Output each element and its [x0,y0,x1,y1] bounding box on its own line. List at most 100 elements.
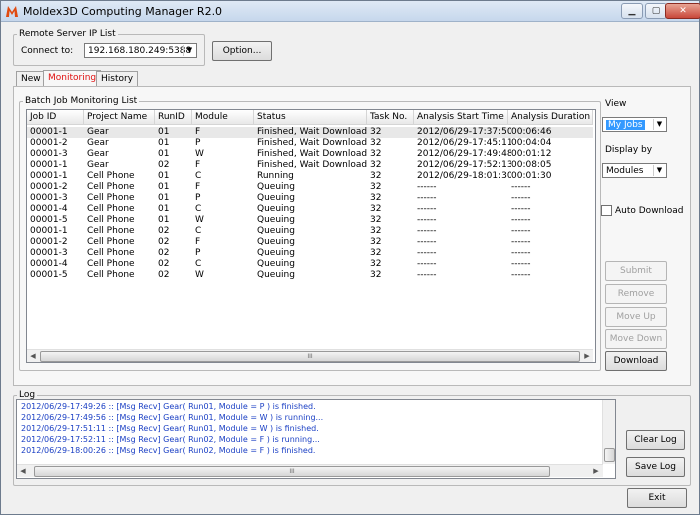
cell-job-id: 00001-3 [30,149,68,159]
display-by-select[interactable]: Modules ▼ [602,163,667,178]
batch-job-list[interactable]: Job ID Project Name RunID Module Status … [26,109,596,363]
cell-status: Finished, Wait Download [257,138,368,148]
table-row[interactable]: 00001-1 Gear 01 F Finished, Wait Download 32 2… [27,127,593,138]
cell-start-time: 2012/06/29-17:45:11 [417,138,511,148]
remove-button[interactable]: Remove [605,284,667,304]
log-line: 2012/06/29-18:00:26 :: [Msg Recv] Gear( … [21,446,316,455]
cell-start-time: ------ [417,226,437,236]
col-job-id[interactable]: Job ID [27,110,84,124]
cell-task-no: 32 [370,182,382,192]
cell-module: F [195,182,201,192]
cell-run-id: 01 [158,149,170,159]
cell-run-id: 02 [158,226,170,236]
auto-download-checkbox[interactable] [601,205,612,216]
cell-run-id: 01 [158,127,170,137]
submit-button[interactable]: Submit [605,261,667,281]
log-output[interactable]: 2012/06/29-17:49:26 :: [Msg Recv] Gear( … [16,399,616,479]
cell-status: Queuing [257,270,295,280]
cell-duration: ------ [511,182,531,192]
table-row[interactable]: 00001-1 Cell Phone 01 C Running 32 2012/06/29-… [27,171,593,182]
col-module[interactable]: Module [192,110,254,124]
scroll-right-icon[interactable]: ▶ [582,351,592,361]
view-label: View [605,99,627,109]
download-button[interactable]: Download [605,351,667,371]
minimize-button[interactable]: ▁ [621,3,643,19]
cell-job-id: 00001-2 [30,182,68,192]
cell-project-name: Cell Phone [87,226,135,236]
chevron-down-icon[interactable]: ▼ [653,165,665,176]
table-row[interactable]: 00001-1 Cell Phone 02 C Queuing 32 ------ -----… [27,226,593,237]
cell-status: Queuing [257,204,295,214]
col-status[interactable]: Status [254,110,367,124]
table-row[interactable]: 00001-2 Gear 01 P Finished, Wait Download 32 2… [27,138,593,149]
cell-task-no: 32 [370,237,382,247]
cell-run-id: 02 [158,248,170,258]
cell-job-id: 00001-5 [30,215,68,225]
cell-duration: ------ [511,226,531,236]
cell-task-no: 32 [370,248,382,258]
list-hscroll-thumb[interactable]: III [40,351,580,362]
cell-duration: 00:01:30 [511,171,552,181]
log-vscroll-thumb[interactable] [604,448,615,462]
tab-new[interactable]: New [16,71,46,86]
cell-run-id: 02 [158,160,170,170]
cell-job-id: 00001-1 [30,171,68,181]
table-row[interactable]: 00001-2 Cell Phone 02 F Queuing 32 ------ -----… [27,237,593,248]
cell-task-no: 32 [370,149,382,159]
cell-module: P [195,248,201,258]
tab-history[interactable]: History [96,71,139,86]
close-button[interactable]: ✕ [665,3,700,19]
table-row[interactable]: 00001-1 Gear 02 F Finished, Wait Download 32 2… [27,160,593,171]
col-project-name[interactable]: Project Name [84,110,155,124]
list-header: Job ID Project Name RunID Module Status … [27,110,593,125]
scroll-left-icon[interactable]: ◀ [28,351,38,361]
exit-button[interactable]: Exit [627,488,687,508]
chevron-down-icon[interactable]: ▼ [653,119,665,130]
cell-task-no: 32 [370,259,382,269]
table-row[interactable]: 00001-2 Cell Phone 01 F Queuing 32 ------ -----… [27,182,593,193]
cell-duration: 00:04:04 [511,138,552,148]
cell-module: P [195,138,201,148]
cell-task-no: 32 [370,138,382,148]
cell-status: Finished, Wait Download [257,127,368,137]
col-duration[interactable]: Analysis Duration [508,110,593,124]
table-row[interactable]: 00001-3 Cell Phone 01 P Queuing 32 ------ -----… [27,193,593,204]
server-ip-select[interactable]: 192.168.180.249:5388 ▼ [84,43,197,58]
view-value: My Jobs [606,120,645,130]
clear-log-button[interactable]: Clear Log [626,430,685,450]
view-select[interactable]: My Jobs ▼ [602,117,667,132]
cell-duration: 00:06:46 [511,127,552,137]
table-row[interactable]: 00001-5 Cell Phone 01 W Queuing 32 ------ -----… [27,215,593,226]
col-start-time[interactable]: Analysis Start Time [414,110,508,124]
tab-monitoring[interactable]: Monitoring [43,70,102,87]
cell-module: C [195,171,202,181]
scroll-left-icon[interactable]: ◀ [18,466,28,476]
cell-status: Finished, Wait Download [257,160,368,170]
cell-start-time: ------ [417,259,437,269]
table-row[interactable]: 00001-3 Gear 01 W Finished, Wait Download 32 2… [27,149,593,160]
table-row[interactable]: 00001-4 Cell Phone 01 C Queuing 32 ------ -----… [27,204,593,215]
chevron-down-icon[interactable]: ▼ [183,45,195,56]
table-row[interactable]: 00001-3 Cell Phone 02 P Queuing 32 ------ -----… [27,248,593,259]
log-vscrollbar[interactable] [602,400,615,464]
cell-run-id: 01 [158,215,170,225]
move-down-button[interactable]: Move Down [605,329,667,349]
cell-status: Queuing [257,215,295,225]
log-hscrollbar[interactable]: ◀ III ▶ [17,464,603,477]
save-log-button[interactable]: Save Log [626,457,685,477]
cell-run-id: 02 [158,270,170,280]
move-up-button[interactable]: Move Up [605,307,667,327]
scroll-right-icon[interactable]: ▶ [591,466,601,476]
log-hscroll-thumb[interactable]: III [34,466,550,477]
col-task-no[interactable]: Task No. [367,110,414,124]
col-run-id[interactable]: RunID [155,110,192,124]
maximize-button[interactable]: ▢ [645,3,667,19]
list-hscrollbar[interactable]: ◀ III ▶ [27,349,593,362]
cell-task-no: 32 [370,215,382,225]
option-button[interactable]: Option... [212,41,272,61]
connect-label: Connect to: [21,46,74,56]
server-ip-value: 192.168.180.249:5388 [88,46,192,56]
cell-project-name: Cell Phone [87,215,135,225]
table-row[interactable]: 00001-4 Cell Phone 02 C Queuing 32 ------ -----… [27,259,593,270]
table-row[interactable]: 00001-5 Cell Phone 02 W Queuing 32 ------ -----… [27,270,593,281]
